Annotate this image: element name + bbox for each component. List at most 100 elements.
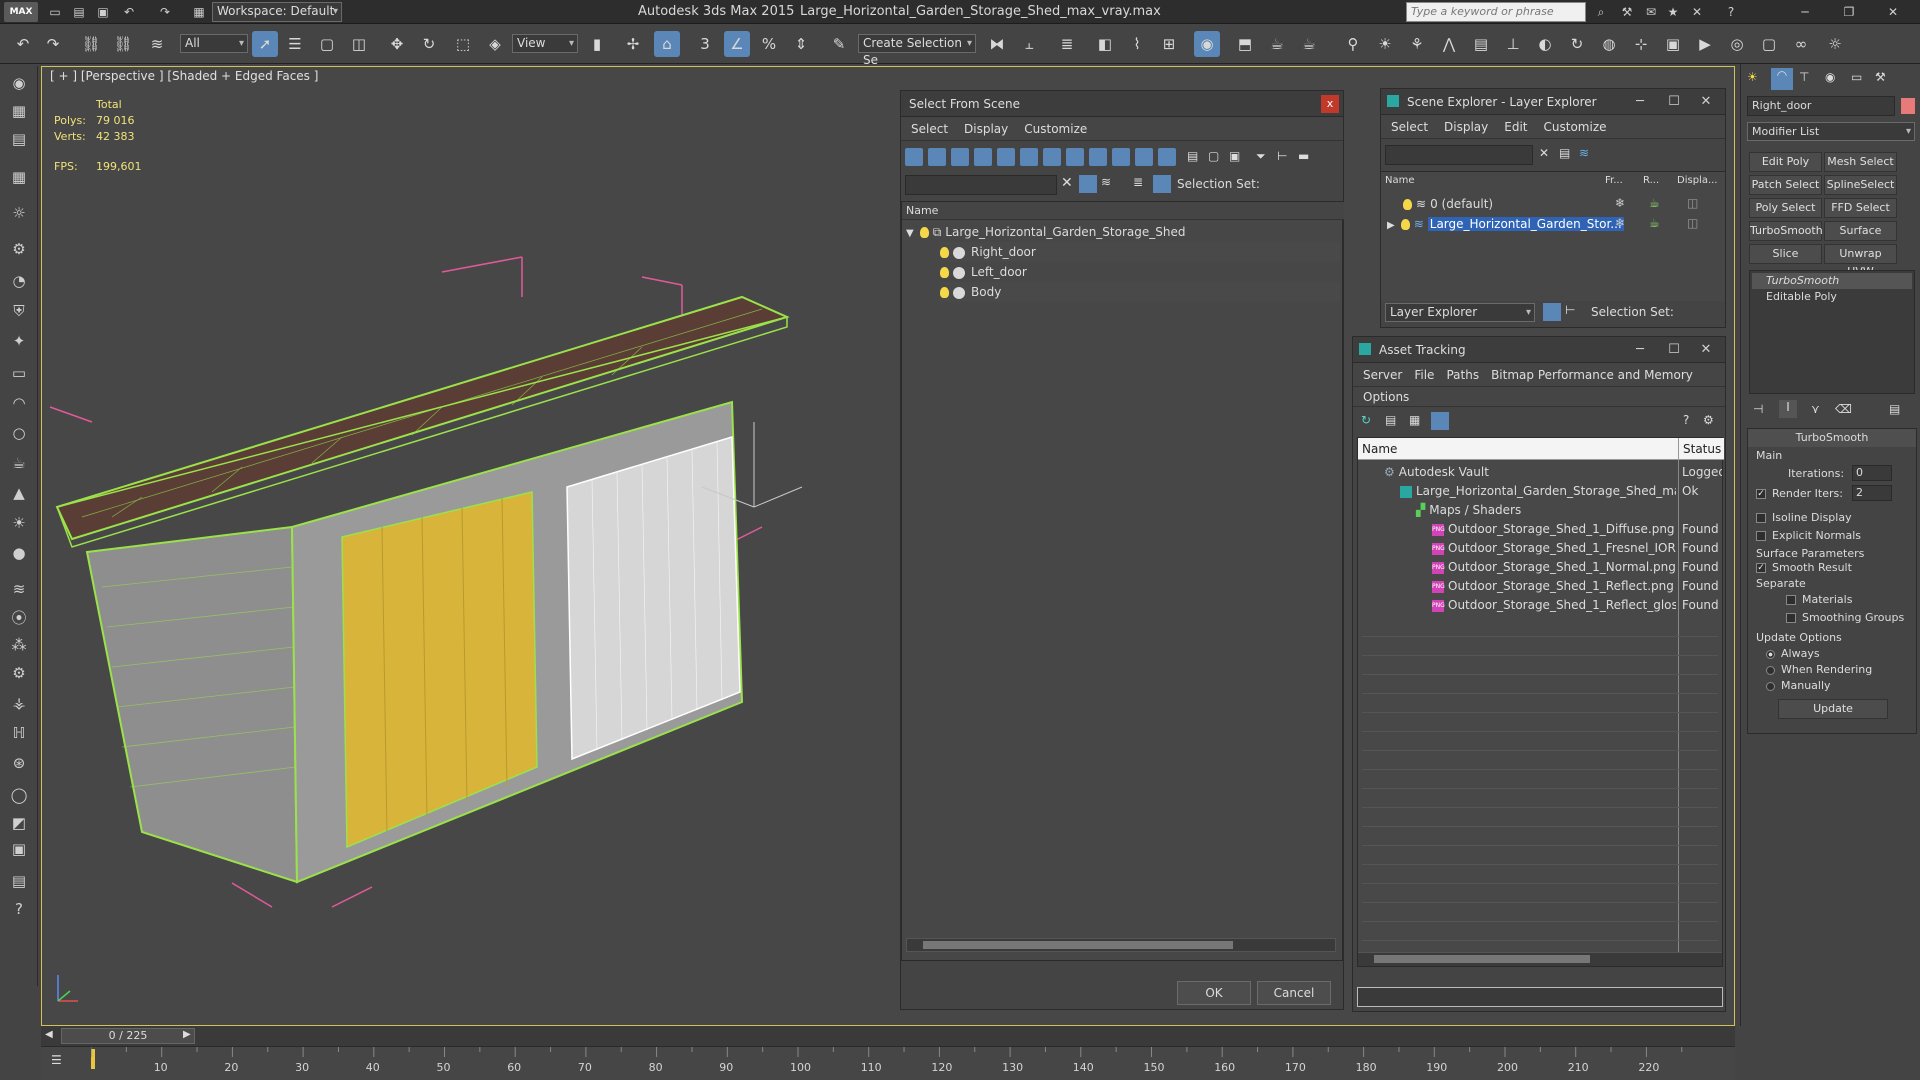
close-icon[interactable]: x: [1321, 95, 1339, 113]
asset-row-file[interactable]: PNG Outdoor_Storage_Shed_1_Diffuse.png: [1432, 519, 1676, 539]
track-bar[interactable]: ☰ 10 20 30 40 50 60 70 80 90 100 110 120 130 140 150 16…: [41, 1046, 1735, 1080]
align-icon[interactable]: ⫠: [1016, 31, 1042, 57]
object-name-input[interactable]: Right_door: [1747, 96, 1895, 116]
display-icon[interactable]: ◫: [1687, 196, 1698, 210]
select-and-link-icon[interactable]: ⛓: [78, 31, 104, 57]
modifier-list-dropdown[interactable]: Modifier List: [1747, 122, 1915, 141]
viewport-label[interactable]: [ + ] [Perspective ] [Shaded + Edged Fac…: [50, 69, 318, 83]
mesh-select-button[interactable]: Mesh Select: [1824, 152, 1897, 172]
when-rendering-radio[interactable]: When Rendering: [1766, 663, 1872, 676]
menu-customize[interactable]: Customize: [1024, 122, 1087, 136]
tree-item-right-door[interactable]: Right_door: [940, 242, 1340, 262]
horizontal-scrollbar[interactable]: [906, 938, 1336, 952]
smoothing-groups-checkbox[interactable]: Smoothing Groups: [1786, 611, 1904, 624]
binoculars-icon[interactable]: ⌕: [1592, 3, 1610, 21]
filter-shapes-icon[interactable]: [928, 148, 946, 166]
update-button[interactable]: Update: [1778, 699, 1888, 719]
display-icon[interactable]: ☼: [8, 202, 30, 224]
minimize-icon[interactable]: ─: [1796, 3, 1814, 21]
smooth-result-checkbox[interactable]: ✓ Smooth Result: [1756, 561, 1852, 574]
slice-button[interactable]: Slice: [1749, 244, 1822, 264]
keyboard-shortcut-override-icon[interactable]: ⌂: [654, 31, 680, 57]
iterations-spinner[interactable]: 0: [1852, 465, 1892, 481]
menu-options[interactable]: Options: [1363, 390, 1409, 404]
redo-icon[interactable]: ↷: [40, 31, 66, 57]
prev-frame-icon[interactable]: ◀: [45, 1029, 53, 1040]
app-logo[interactable]: MAX: [4, 2, 38, 22]
teapot-icon[interactable]: ◍: [1596, 31, 1622, 57]
restore-icon[interactable]: ❐: [1840, 3, 1858, 21]
asset-row-vault[interactable]: ⚙ Autodesk Vault: [1384, 462, 1489, 482]
pivot-icon[interactable]: ▮: [584, 31, 610, 57]
exchange-icon[interactable]: ✕: [1688, 3, 1706, 21]
hair-icon[interactable]: ≋: [8, 578, 30, 600]
ffd-select-button[interactable]: FFD Select: [1824, 198, 1897, 218]
freeze-icon[interactable]: ❄: [1615, 216, 1625, 230]
create-tab-icon[interactable]: ☀: [1747, 70, 1758, 84]
visibility-bulb-icon[interactable]: [1403, 199, 1412, 210]
move-icon[interactable]: ✥: [384, 31, 410, 57]
selection-filter-dropdown[interactable]: All: [180, 34, 248, 53]
render-icon[interactable]: ☕: [1649, 216, 1660, 230]
visibility-bulb-icon[interactable]: [1400, 219, 1410, 230]
project-folder-icon[interactable]: ▦: [190, 3, 208, 21]
layer-manager-icon[interactable]: ≣: [1054, 31, 1080, 57]
layers-icon[interactable]: ▤: [8, 870, 30, 892]
scatter-icon[interactable]: ⁂: [8, 634, 30, 656]
image-icon[interactable]: ▣: [1660, 31, 1686, 57]
stack-item-editable-poly[interactable]: Editable Poly: [1752, 289, 1912, 305]
sphere-view-icon[interactable]: ◎: [1724, 31, 1750, 57]
menu-display[interactable]: Display: [1444, 120, 1488, 134]
create-icon[interactable]: ◉: [8, 72, 30, 94]
motion-tab-icon[interactable]: ◉: [1825, 70, 1835, 84]
menu-edit[interactable]: Edit: [1504, 120, 1527, 134]
bind-space-warp-icon[interactable]: ≋: [144, 31, 170, 57]
render-iters-checkbox[interactable]: ✓ Render Iters:: [1756, 487, 1843, 500]
filter-geometry-icon[interactable]: [905, 148, 923, 166]
manually-radio[interactable]: Manually: [1766, 679, 1831, 692]
filter-hidden-icon[interactable]: [1158, 148, 1176, 166]
filter-xrefs-icon[interactable]: [1066, 148, 1084, 166]
rollout-header[interactable]: TurboSmooth: [1748, 429, 1916, 447]
render-frame-icon[interactable]: ☕: [1296, 31, 1322, 57]
redo-icon[interactable]: ↷: [156, 3, 174, 21]
isoline-display-checkbox[interactable]: Isoline Display: [1756, 511, 1852, 524]
modify-tab-icon[interactable]: ◠: [1771, 68, 1793, 90]
sphere-icon[interactable]: ☀: [1372, 31, 1398, 57]
explorer-type-dropdown[interactable]: Layer Explorer: [1385, 303, 1535, 322]
menu-file[interactable]: File: [1414, 368, 1434, 382]
slate-material-icon[interactable]: ⬒: [1232, 31, 1258, 57]
reference-coordinate-dropdown[interactable]: View: [512, 34, 578, 53]
turbosmooth-button[interactable]: TurboSmooth: [1749, 221, 1823, 241]
material-editor-icon[interactable]: ◉: [1194, 31, 1220, 57]
refresh-icon[interactable]: ↻: [1564, 31, 1590, 57]
render-iters-spinner[interactable]: 2: [1852, 485, 1892, 501]
shed-model[interactable]: [42, 147, 842, 947]
patch-select-button[interactable]: Patch Select: [1749, 175, 1822, 195]
select-object-icon[interactable]: ➚: [252, 31, 278, 57]
motion-icon[interactable]: ▦: [8, 166, 30, 188]
undo-icon[interactable]: ↶: [120, 3, 138, 21]
utilities-tab-icon[interactable]: ⚒: [1875, 70, 1886, 84]
named-selection-dropdown[interactable]: Create Selection Se: [858, 34, 976, 67]
favorites-icon[interactable]: ★: [1664, 3, 1682, 21]
modify-icon[interactable]: ▦: [8, 100, 30, 122]
scale-icon[interactable]: ⬚: [450, 31, 476, 57]
display-tab-icon[interactable]: ▭: [1851, 70, 1862, 84]
column-header-display[interactable]: Displa...: [1677, 172, 1717, 190]
asset-row-file[interactable]: PNG Outdoor_Storage_Shed_1_Normal.png: [1432, 557, 1676, 577]
cone-icon[interactable]: ▲: [8, 482, 30, 504]
minimize-icon[interactable]: ─: [1625, 337, 1655, 363]
frame-buffer-icon[interactable]: ▤: [1468, 31, 1494, 57]
loop-icon[interactable]: ∞: [1788, 31, 1814, 57]
ball-icon[interactable]: ●: [8, 542, 30, 564]
pin-stack-icon[interactable]: ⊣: [1753, 402, 1763, 416]
graphite-tools-icon[interactable]: ◧: [1092, 31, 1118, 57]
list-view-icon[interactable]: ▤: [1385, 413, 1396, 427]
menu-select[interactable]: Select: [1391, 120, 1428, 134]
expand-arrow-icon[interactable]: ▶: [1387, 220, 1395, 231]
menu-bitmap-performance[interactable]: Bitmap Performance and Memory: [1491, 368, 1693, 382]
filter-groups-icon[interactable]: [1043, 148, 1061, 166]
tree-item-left-door[interactable]: Left_door: [940, 262, 1340, 282]
visibility-bulb-icon[interactable]: [940, 267, 949, 278]
